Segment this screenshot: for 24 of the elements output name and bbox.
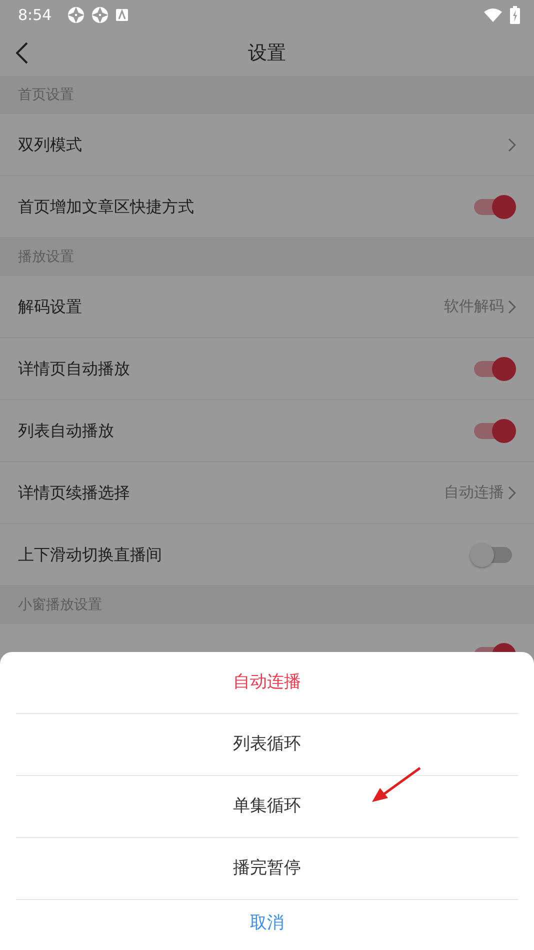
status-time: 8:54 bbox=[18, 4, 52, 26]
chevron-right-icon bbox=[508, 138, 516, 152]
page-title: 设置 bbox=[248, 40, 286, 66]
aperture-icon bbox=[92, 7, 108, 23]
setting-value[interactable]: 自动连播 bbox=[444, 481, 504, 504]
sheet-option[interactable]: 自动连播 bbox=[16, 652, 518, 714]
wifi-icon bbox=[484, 8, 502, 22]
battery-icon bbox=[510, 6, 520, 24]
chevron-right-icon bbox=[508, 300, 516, 314]
setting-label: 详情页自动播放 bbox=[18, 358, 130, 380]
square-icon bbox=[116, 9, 128, 21]
back-icon[interactable] bbox=[16, 42, 28, 64]
setting-label: 首页增加文章区快捷方式 bbox=[18, 196, 194, 218]
setting-label: 解码设置 bbox=[18, 296, 82, 318]
chevron-right-icon bbox=[508, 486, 516, 500]
setting-value[interactable]: 软件解码 bbox=[444, 295, 504, 318]
cancel-button[interactable]: 取消 bbox=[0, 900, 534, 948]
sheet-option[interactable]: 播完暂停 bbox=[16, 838, 518, 900]
setting-label: 详情页续播选择 bbox=[18, 482, 130, 504]
setting-label: 上下滑动切换直播间 bbox=[18, 544, 162, 566]
sheet-option[interactable]: 列表循环 bbox=[16, 714, 518, 776]
setting-label: 双列模式 bbox=[18, 134, 82, 156]
aperture-icon bbox=[68, 7, 84, 23]
setting-label: 列表自动播放 bbox=[18, 420, 114, 442]
